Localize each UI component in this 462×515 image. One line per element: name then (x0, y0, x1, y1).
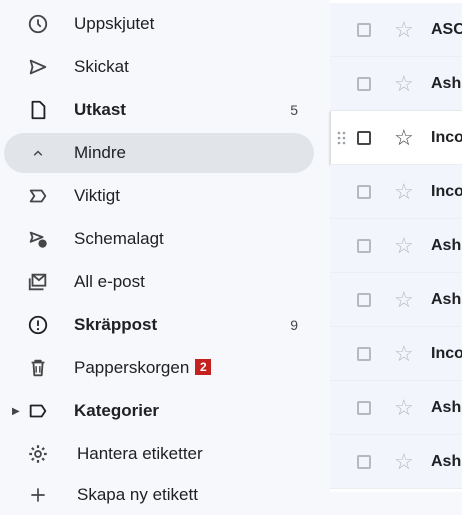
star-icon[interactable]: ☆ (394, 288, 414, 311)
message-row[interactable]: ☆ Inco (330, 165, 462, 219)
sender-name: Ash (431, 74, 462, 92)
plus-icon (24, 481, 52, 509)
drag-handle-icon[interactable] (337, 131, 347, 145)
checkbox[interactable] (357, 346, 371, 361)
sender-name: Inco (431, 344, 462, 362)
scheduled-send-icon (24, 225, 52, 253)
message-row[interactable]: ☆ ASC (330, 3, 462, 57)
clock-icon (24, 10, 52, 38)
sidebar-item-scheduled[interactable]: Schemalagt (0, 219, 316, 259)
sidebar: Uppskjutet Skickat Utkast 5 Mindre Vikti… (0, 0, 330, 504)
star-icon[interactable]: ☆ (394, 18, 414, 41)
send-icon (24, 53, 52, 81)
sidebar-item-label: Skräppost (74, 315, 158, 334)
sidebar-item-sent[interactable]: Skickat (0, 47, 316, 87)
sender-name: Ash (431, 398, 462, 416)
sender-name: Inco (431, 182, 462, 200)
sidebar-item-label: Uppskjutet (74, 14, 155, 33)
sender-name: ASC (431, 20, 462, 38)
trash-icon (24, 354, 52, 382)
sidebar-item-spam[interactable]: Skräppost 9 (0, 305, 316, 345)
sidebar-item-label: Hantera etiketter (77, 444, 203, 463)
message-row[interactable]: ☆ Inco (330, 327, 462, 381)
sidebar-item-create-label[interactable]: Skapa ny etikett (0, 475, 316, 515)
sidebar-item-label: Utkast (74, 100, 126, 119)
sidebar-item-all-mail[interactable]: All e-post (0, 262, 316, 302)
sender-name: Inco (431, 128, 462, 146)
message-row[interactable]: ☆ Inco (330, 111, 462, 165)
sidebar-item-label: Kategorier (74, 401, 160, 420)
unread-count: 9 (290, 317, 298, 333)
sender-name: Ash (431, 452, 462, 470)
checkbox[interactable] (357, 400, 371, 415)
checkbox[interactable] (357, 130, 371, 145)
expand-arrow-icon[interactable]: ▶ (12, 406, 20, 417)
sender-name: Ash (431, 290, 462, 308)
sidebar-item-label: Skapa ny etikett (77, 485, 198, 504)
all-mail-icon (24, 268, 52, 296)
checkbox[interactable] (357, 76, 371, 91)
checkbox[interactable] (357, 22, 371, 37)
sender-name: Ash (431, 236, 462, 254)
sidebar-item-manage-labels[interactable]: Hantera etiketter (0, 434, 316, 474)
sidebar-item-label: Viktigt (74, 186, 120, 205)
sidebar-item-less[interactable]: Mindre (4, 133, 314, 173)
message-list: ☆ ASC ☆ Ash ☆ Inco ☆ Inco ☆ Ash ☆ Ash ☆ … (330, 0, 462, 492)
chevron-up-icon (24, 139, 52, 167)
message-row[interactable]: ☆ Ash (330, 273, 462, 327)
sidebar-item-label: Schemalagt (74, 229, 164, 248)
message-row[interactable]: ☆ Ash (330, 381, 462, 435)
spam-icon (24, 311, 52, 339)
message-row[interactable]: ☆ Ash (330, 57, 462, 111)
sidebar-item-categories[interactable]: ▶ Kategorier (0, 391, 316, 431)
sidebar-item-label: Papperskorgen 2 (74, 358, 212, 378)
sidebar-item-label: Skickat (74, 57, 129, 76)
checkbox[interactable] (357, 454, 371, 469)
checkbox[interactable] (357, 238, 371, 253)
draft-icon (24, 96, 52, 124)
sidebar-item-drafts[interactable]: Utkast 5 (0, 90, 316, 130)
star-icon[interactable]: ☆ (394, 342, 414, 365)
star-icon[interactable]: ☆ (394, 234, 414, 257)
star-icon[interactable]: ☆ (394, 450, 414, 473)
sidebar-item-trash[interactable]: Papperskorgen 2 (0, 348, 316, 388)
star-icon[interactable]: ☆ (394, 396, 414, 419)
star-icon[interactable]: ☆ (394, 126, 414, 149)
sidebar-item-snoozed[interactable]: Uppskjutet (0, 4, 316, 44)
sidebar-item-label: Mindre (74, 143, 126, 162)
checkbox[interactable] (357, 184, 371, 199)
annotation-badge: 2 (195, 359, 212, 375)
message-row[interactable]: ☆ Ash (330, 435, 462, 489)
checkbox[interactable] (357, 292, 371, 307)
star-icon[interactable]: ☆ (394, 180, 414, 203)
message-row[interactable]: ☆ Ash (330, 219, 462, 273)
gear-icon (24, 440, 52, 468)
label-icon (24, 397, 52, 425)
unread-count: 5 (290, 102, 298, 118)
star-icon[interactable]: ☆ (394, 72, 414, 95)
sidebar-item-label: All e-post (74, 272, 145, 291)
important-icon (24, 182, 52, 210)
sidebar-item-important[interactable]: Viktigt (0, 176, 316, 216)
